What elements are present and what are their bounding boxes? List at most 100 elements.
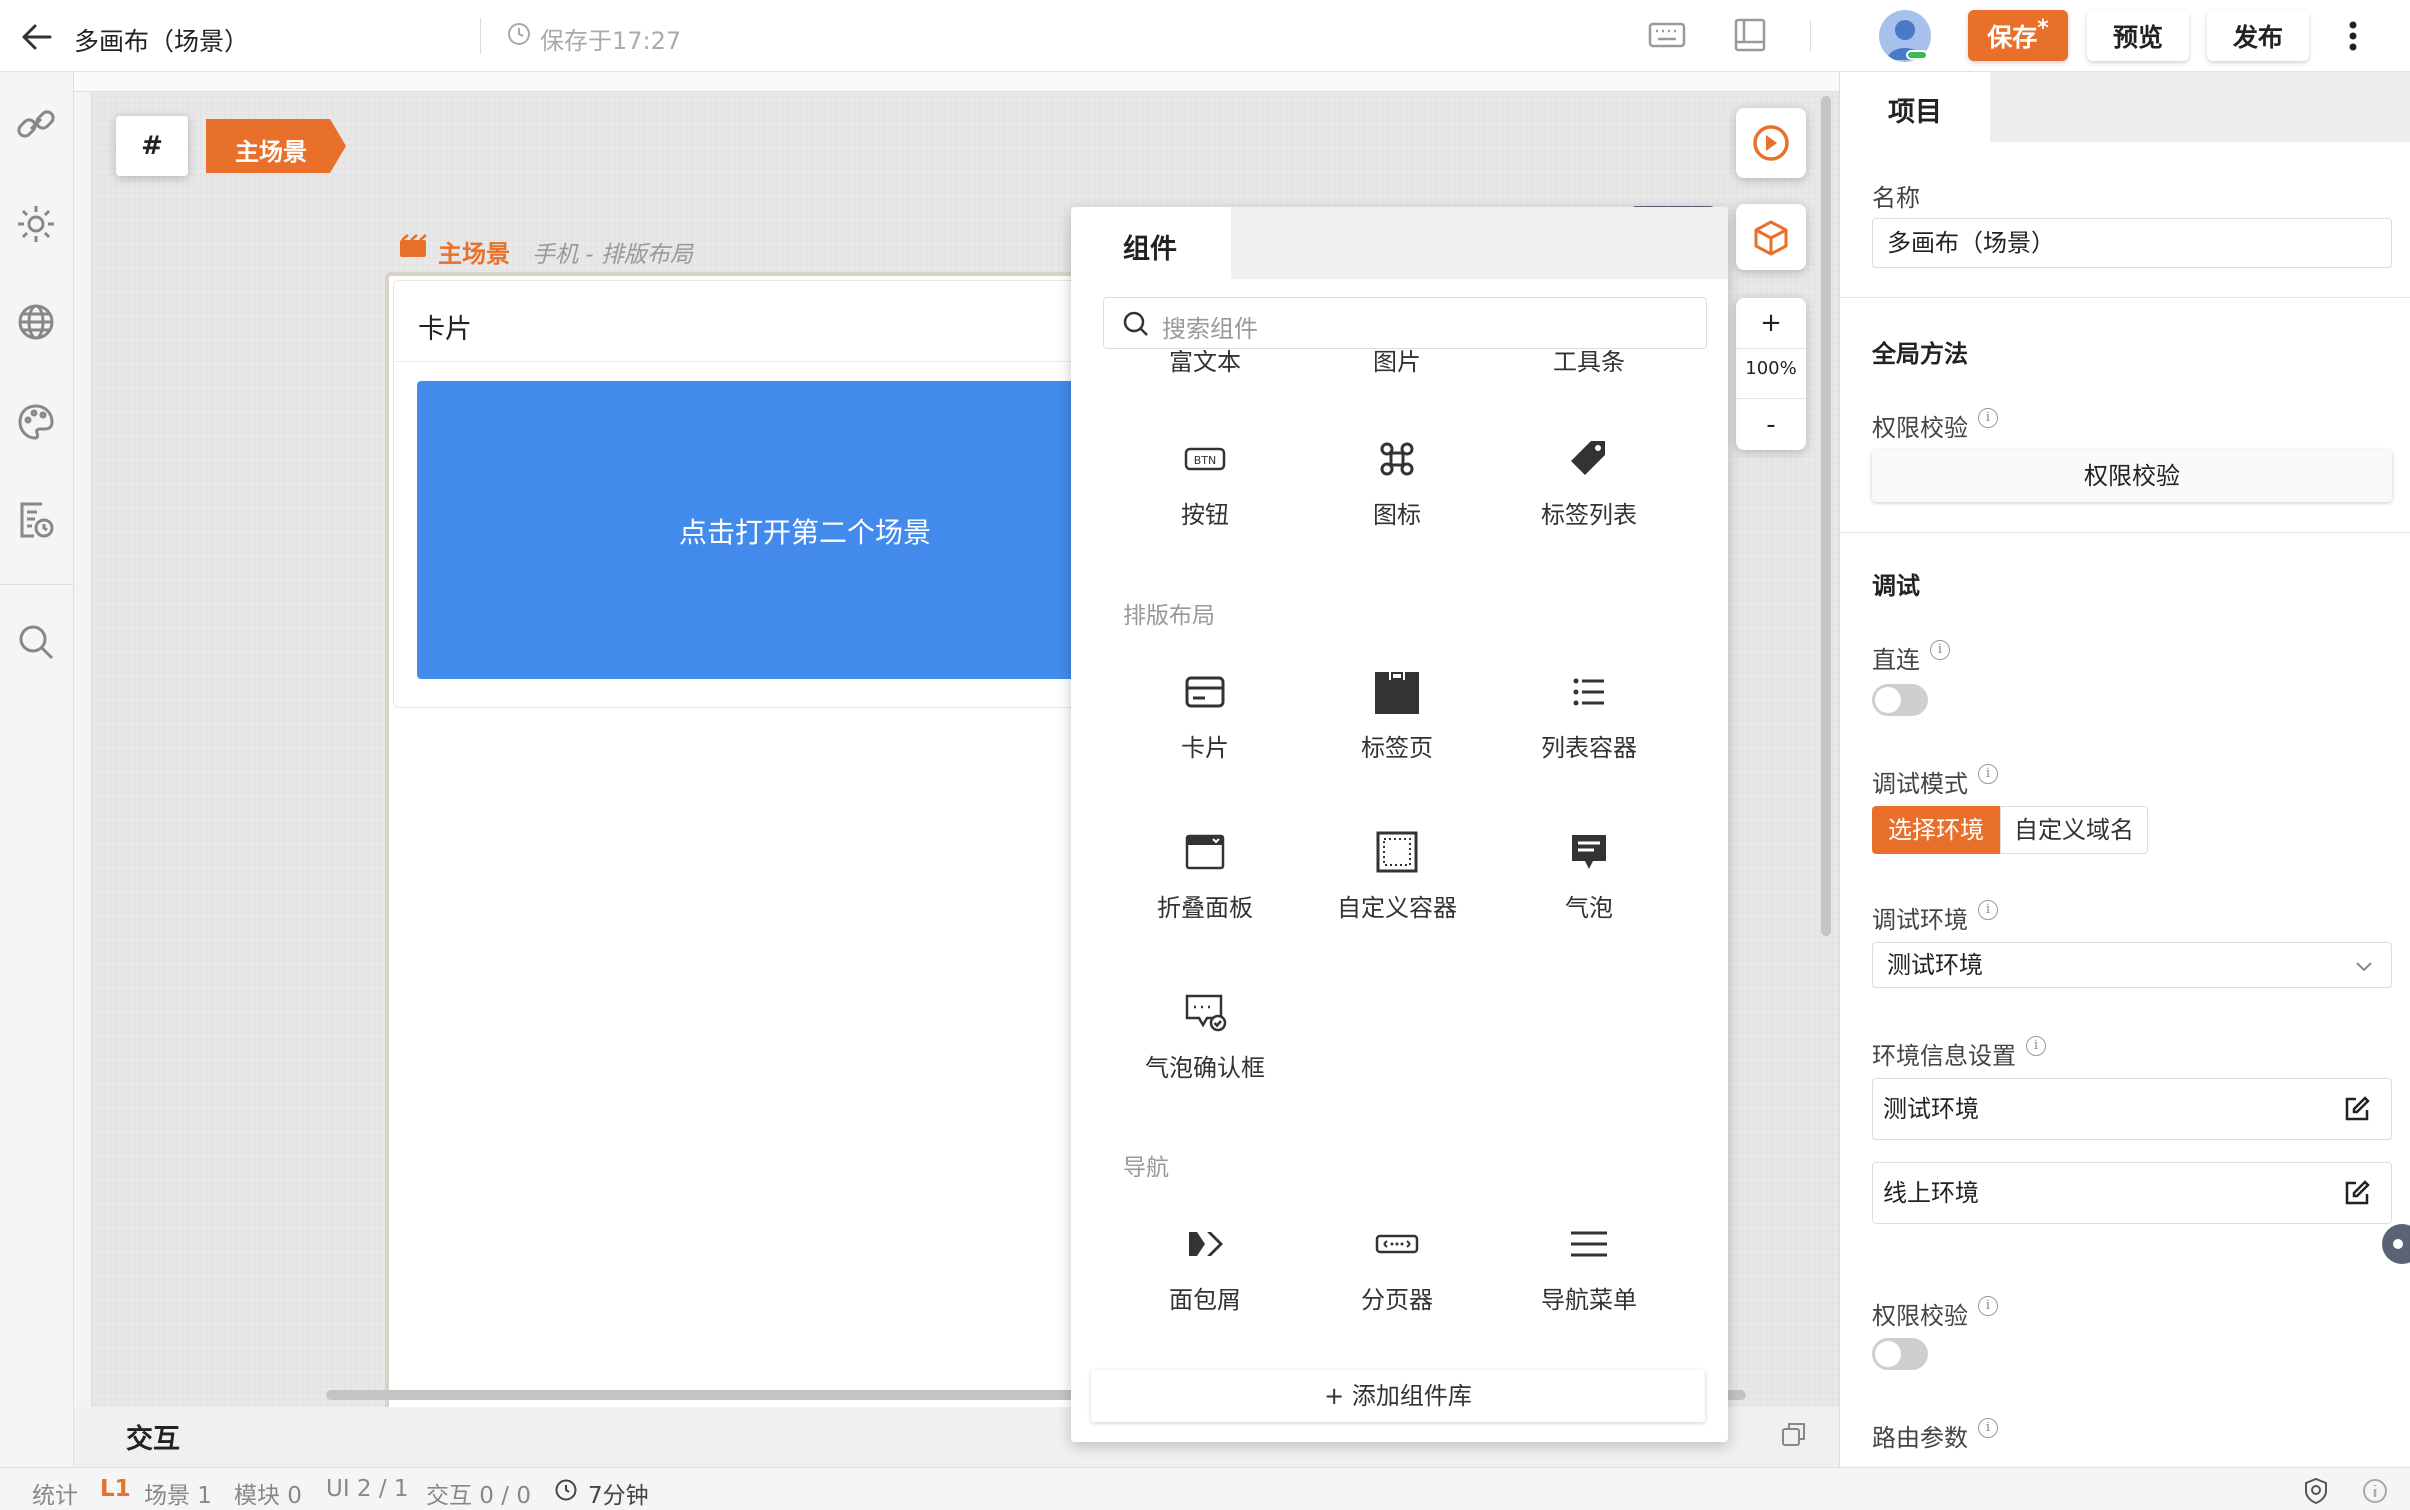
svg-text:BTN: BTN	[1194, 454, 1217, 467]
search-input[interactable]: 搜索组件	[1103, 297, 1707, 349]
component-collapse-panel[interactable]: 折叠面板	[1110, 830, 1300, 923]
more-icon[interactable]	[2346, 18, 2360, 54]
debug-mode-option-env[interactable]: 选择环境	[1872, 806, 2000, 854]
search-icon	[1122, 310, 1150, 338]
card-component[interactable]: 卡片 点击打开第二个场景	[393, 280, 1094, 708]
partial-item-label[interactable]: 富文本	[1110, 350, 1300, 377]
info-icon[interactable]: i	[1978, 1418, 1998, 1438]
partial-item-label[interactable]: 图片	[1302, 350, 1492, 377]
debug-env-select[interactable]: 测试环境	[1872, 942, 2392, 988]
component-nav-menu[interactable]: 导航菜单	[1494, 1222, 1684, 1315]
component-bubble-confirm[interactable]: 气泡确认框	[1110, 990, 1300, 1083]
zoom-out-button[interactable]: -	[1736, 402, 1806, 448]
divider	[1736, 348, 1806, 349]
component-custom-container[interactable]: 自定义容器	[1302, 830, 1492, 923]
component-list-container[interactable]: 列表容器	[1494, 670, 1684, 763]
keyboard-icon[interactable]	[1648, 18, 1686, 54]
vertical-scrollbar[interactable]	[1821, 96, 1831, 936]
section-title: 排版布局	[1123, 603, 1215, 629]
env-item-prod[interactable]: 线上环境	[1872, 1162, 2392, 1224]
stats-label: 统计	[32, 1483, 78, 1509]
component-button[interactable]: BTN 按钮	[1110, 437, 1300, 530]
scene-title[interactable]: 主场景	[438, 234, 510, 269]
tab-components[interactable]: 组件	[1071, 207, 1231, 279]
component-box-button[interactable]	[1736, 204, 1806, 270]
component-bubble[interactable]: 气泡	[1494, 830, 1684, 923]
partial-item-label[interactable]: 工具条	[1494, 350, 1684, 377]
permission-check-toggle[interactable]	[1872, 1338, 1928, 1370]
publish-button[interactable]: 发布	[2207, 10, 2309, 61]
link-icon[interactable]	[12, 100, 60, 148]
zoom-in-button[interactable]: +	[1736, 300, 1806, 346]
name-field[interactable]: 多画布（场景）	[1872, 218, 2392, 268]
scene-count: 场景 1	[144, 1483, 212, 1509]
section-title: 导航	[1123, 1155, 1169, 1181]
component-card[interactable]: 卡片	[1110, 670, 1300, 763]
label-text: 环境信息设置	[1872, 1042, 2016, 1070]
chevron-down-icon	[2353, 955, 2375, 977]
info-icon[interactable]: i	[1978, 1296, 1998, 1316]
interaction-count: 交互 0 / 0	[426, 1483, 531, 1509]
component-breadcrumb[interactable]: 面包屑	[1110, 1222, 1300, 1315]
level-badge: L1	[100, 1476, 131, 1502]
card-title: 卡片	[418, 314, 472, 345]
info-icon[interactable]: i	[1978, 764, 1998, 784]
save-button[interactable]: 保存 *	[1968, 10, 2068, 61]
component-icon[interactable]: 图标	[1302, 437, 1492, 530]
permission-check-button[interactable]: 权限校验	[1872, 450, 2392, 502]
interaction-tab[interactable]: 交互	[126, 1417, 180, 1456]
gear-icon[interactable]	[12, 200, 60, 248]
divider	[1840, 532, 2410, 533]
tab-label: 组件	[1123, 234, 1177, 265]
label-text: 调试模式	[1872, 770, 1968, 798]
info-icon[interactable]: i	[1978, 900, 1998, 920]
component-label: 标签页	[1361, 734, 1433, 762]
window-restore-icon[interactable]	[1780, 1420, 1808, 1448]
clock-icon	[507, 22, 531, 46]
env-item-label: 线上环境	[1883, 1179, 1979, 1207]
edit-icon[interactable]	[2343, 1179, 2371, 1207]
component-tag-list[interactable]: 标签列表	[1494, 437, 1684, 530]
divider	[394, 361, 1094, 362]
component-pagination[interactable]: 分页器	[1302, 1222, 1492, 1315]
globe-icon[interactable]	[12, 298, 60, 346]
scene-icon	[399, 234, 427, 258]
ruler	[74, 92, 92, 1407]
scene-subtitle: 手机 - 排版布局	[532, 242, 693, 268]
save-status: 保存于17:27	[540, 27, 682, 55]
info-icon[interactable]	[2362, 1478, 2388, 1504]
component-label: 按钮	[1181, 501, 1229, 529]
component-label: 气泡确认框	[1145, 1054, 1265, 1082]
shield-icon[interactable]	[2302, 1477, 2330, 1505]
divider	[480, 18, 481, 54]
open-second-scene-button[interactable]: 点击打开第二个场景	[417, 381, 1094, 679]
preview-button[interactable]: 预览	[2087, 10, 2189, 61]
env-item-test[interactable]: 测试环境	[1872, 1078, 2392, 1140]
global-methods-heading: 全局方法	[1872, 340, 1968, 368]
edit-icon[interactable]	[2343, 1095, 2371, 1123]
tab-project[interactable]: 项目	[1840, 72, 1990, 142]
search-icon[interactable]	[12, 618, 60, 666]
palette-icon[interactable]	[12, 398, 60, 446]
scene-tab[interactable]: 主场景	[206, 119, 346, 173]
divider	[1810, 20, 1811, 52]
direct-toggle[interactable]	[1872, 684, 1928, 716]
info-icon[interactable]: i	[1978, 408, 1998, 428]
properties-panel: 项目 名称 多画布（场景） 全局方法 权限校验 i 权限校验 调试 直连 i 调试模…	[1839, 72, 2410, 1467]
add-library-button[interactable]: + 添加组件库	[1091, 1370, 1705, 1422]
direct-label: 直连 i	[1872, 640, 1950, 675]
assistant-icon[interactable]	[2378, 1222, 2410, 1266]
scene-hash-button[interactable]: #	[116, 116, 188, 176]
component-label: 卡片	[1181, 734, 1229, 762]
project-title[interactable]: 多画布（场景）	[74, 22, 249, 58]
play-button[interactable]	[1736, 108, 1806, 178]
debug-mode-option-domain[interactable]: 自定义域名	[2000, 806, 2148, 854]
component-tabs[interactable]: 标签页	[1302, 670, 1492, 763]
info-icon[interactable]: i	[2026, 1036, 2046, 1056]
book-icon[interactable]	[1732, 16, 1768, 54]
back-arrow-icon[interactable]	[20, 20, 54, 54]
status-bar: 统计 L1 场景 1 模块 0 UI 2 / 1 交互 0 / 0 7分钟	[0, 1467, 2410, 1510]
info-icon[interactable]: i	[1930, 640, 1950, 660]
document-clock-icon[interactable]	[12, 496, 60, 544]
left-sidebar	[0, 72, 74, 1467]
